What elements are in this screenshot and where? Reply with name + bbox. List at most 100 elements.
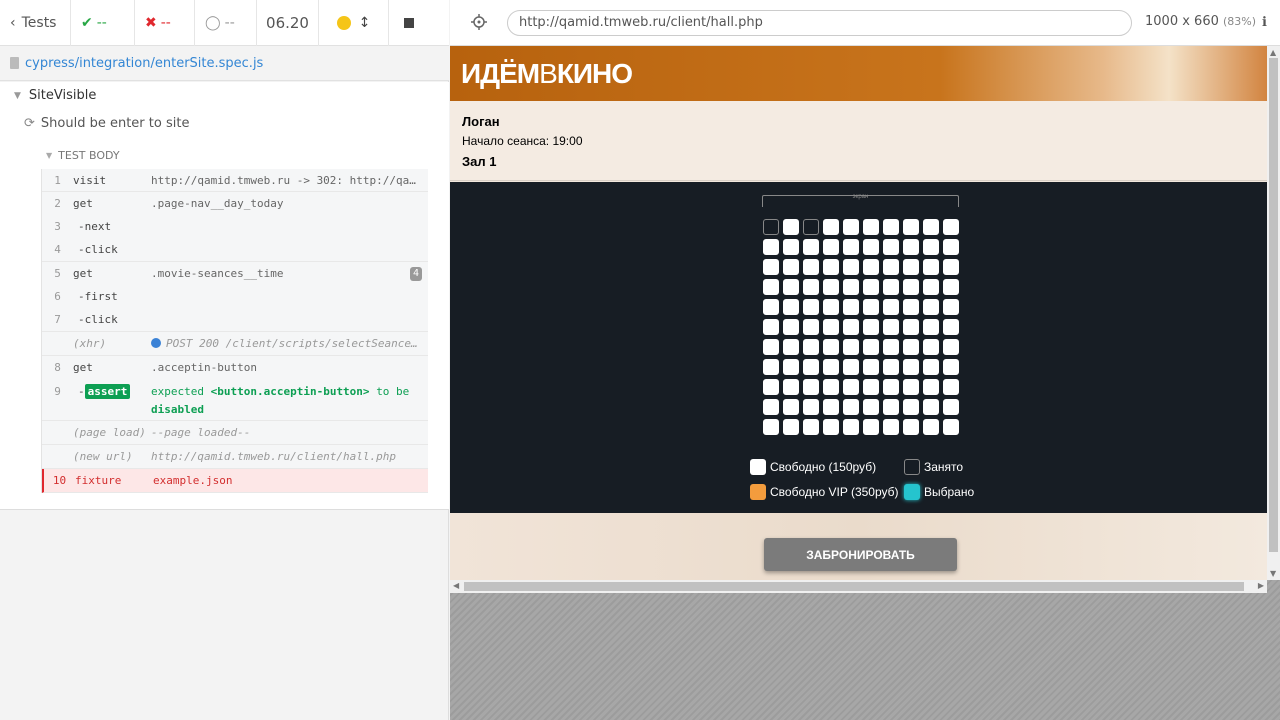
seat[interactable] [863,279,879,295]
seat[interactable] [903,299,919,315]
seat[interactable] [783,339,799,355]
scroll-up-icon[interactable]: ▲ [1270,48,1276,57]
seat[interactable] [803,239,819,255]
seat[interactable] [923,279,939,295]
seat[interactable] [843,379,859,395]
seat[interactable] [863,239,879,255]
seat[interactable] [763,259,779,275]
seat[interactable] [783,259,799,275]
command-row[interactable]: 7 -click [42,308,428,331]
seat[interactable] [783,399,799,415]
seat[interactable] [843,339,859,355]
seat[interactable] [823,339,839,355]
seat[interactable] [923,299,939,315]
seat[interactable] [823,279,839,295]
seat[interactable] [783,419,799,435]
seat[interactable] [803,299,819,315]
seat[interactable] [903,339,919,355]
seat[interactable] [843,219,859,235]
seat[interactable] [763,219,779,235]
seat[interactable] [763,319,779,335]
vertical-scrollbar[interactable]: ▲ ▼ [1267,46,1280,580]
command-row[interactable]: 2 get .page-nav__day_today [42,192,428,215]
seat[interactable] [943,219,959,235]
seat[interactable] [903,219,919,235]
seat[interactable] [863,359,879,375]
seat[interactable] [943,319,959,335]
book-button[interactable]: ЗАБРОНИРОВАТЬ [764,538,957,571]
suite-row[interactable]: ▼ SiteVisible [14,88,96,103]
seat[interactable] [863,399,879,415]
seat[interactable] [803,419,819,435]
seat[interactable] [763,279,779,295]
test-body-header[interactable]: ▼ TEST BODY [46,149,120,162]
seat[interactable] [863,259,879,275]
seat[interactable] [763,399,779,415]
seat[interactable] [883,419,899,435]
seat[interactable] [943,379,959,395]
seat[interactable] [943,259,959,275]
scroll-left-icon[interactable]: ◀ [453,581,459,590]
seat[interactable] [923,399,939,415]
aut-url-input[interactable]: http://qamid.tmweb.ru/client/hall.php [507,10,1132,36]
seat[interactable] [903,419,919,435]
seat[interactable] [883,279,899,295]
seat[interactable] [843,399,859,415]
seat[interactable] [843,299,859,315]
seat[interactable] [923,259,939,275]
seat[interactable] [943,419,959,435]
horizontal-scroll-thumb[interactable] [464,582,1244,591]
seat[interactable] [803,259,819,275]
command-row[interactable]: 8 get .acceptin-button [42,356,428,380]
seat[interactable] [943,359,959,375]
info-icon[interactable]: ℹ [1262,15,1267,30]
seat[interactable] [923,339,939,355]
seat[interactable] [783,219,799,235]
seat[interactable] [943,399,959,415]
scroll-down-icon[interactable]: ▼ [1270,569,1276,578]
seat[interactable] [843,359,859,375]
page-load-row[interactable]: (page load) --page loaded-- [42,421,428,445]
seat[interactable] [783,319,799,335]
command-row[interactable]: 1 visit http://qamid.tmweb.ru -> 302: ht… [42,169,428,192]
seat[interactable] [763,239,779,255]
seat[interactable] [863,299,879,315]
seat[interactable] [763,299,779,315]
seat[interactable] [923,359,939,375]
seat[interactable] [883,299,899,315]
seat[interactable] [843,419,859,435]
seat[interactable] [883,339,899,355]
seat[interactable] [783,239,799,255]
seat[interactable] [883,259,899,275]
new-url-row[interactable]: (new url) http://qamid.tmweb.ru/client/h… [42,445,428,469]
fixture-row[interactable]: 10 fixture example.json [42,469,428,493]
seat[interactable] [803,319,819,335]
seat[interactable] [783,359,799,375]
seat[interactable] [903,259,919,275]
seat[interactable] [803,399,819,415]
seat[interactable] [903,379,919,395]
seat[interactable] [903,279,919,295]
xhr-row[interactable]: (xhr) POST 200 /client/scripts/selectSea… [42,332,428,356]
seat[interactable] [823,259,839,275]
seat[interactable] [783,299,799,315]
seat[interactable] [843,239,859,255]
stop-button[interactable] [389,0,429,46]
seat[interactable] [883,319,899,335]
seat[interactable] [903,399,919,415]
seat[interactable] [883,399,899,415]
seat[interactable] [943,239,959,255]
seat[interactable] [763,419,779,435]
seat[interactable] [883,219,899,235]
spec-file-link[interactable]: cypress/integration/enterSite.spec.js [25,56,263,71]
seat[interactable] [883,359,899,375]
seat[interactable] [763,359,779,375]
seat[interactable] [863,339,879,355]
seat[interactable] [943,299,959,315]
seat[interactable] [823,319,839,335]
seat[interactable] [763,339,779,355]
seat[interactable] [943,279,959,295]
command-row[interactable]: 6 -first [42,285,428,308]
site-logo[interactable]: ИДЁМВКИНО [461,58,633,90]
seat[interactable] [923,379,939,395]
